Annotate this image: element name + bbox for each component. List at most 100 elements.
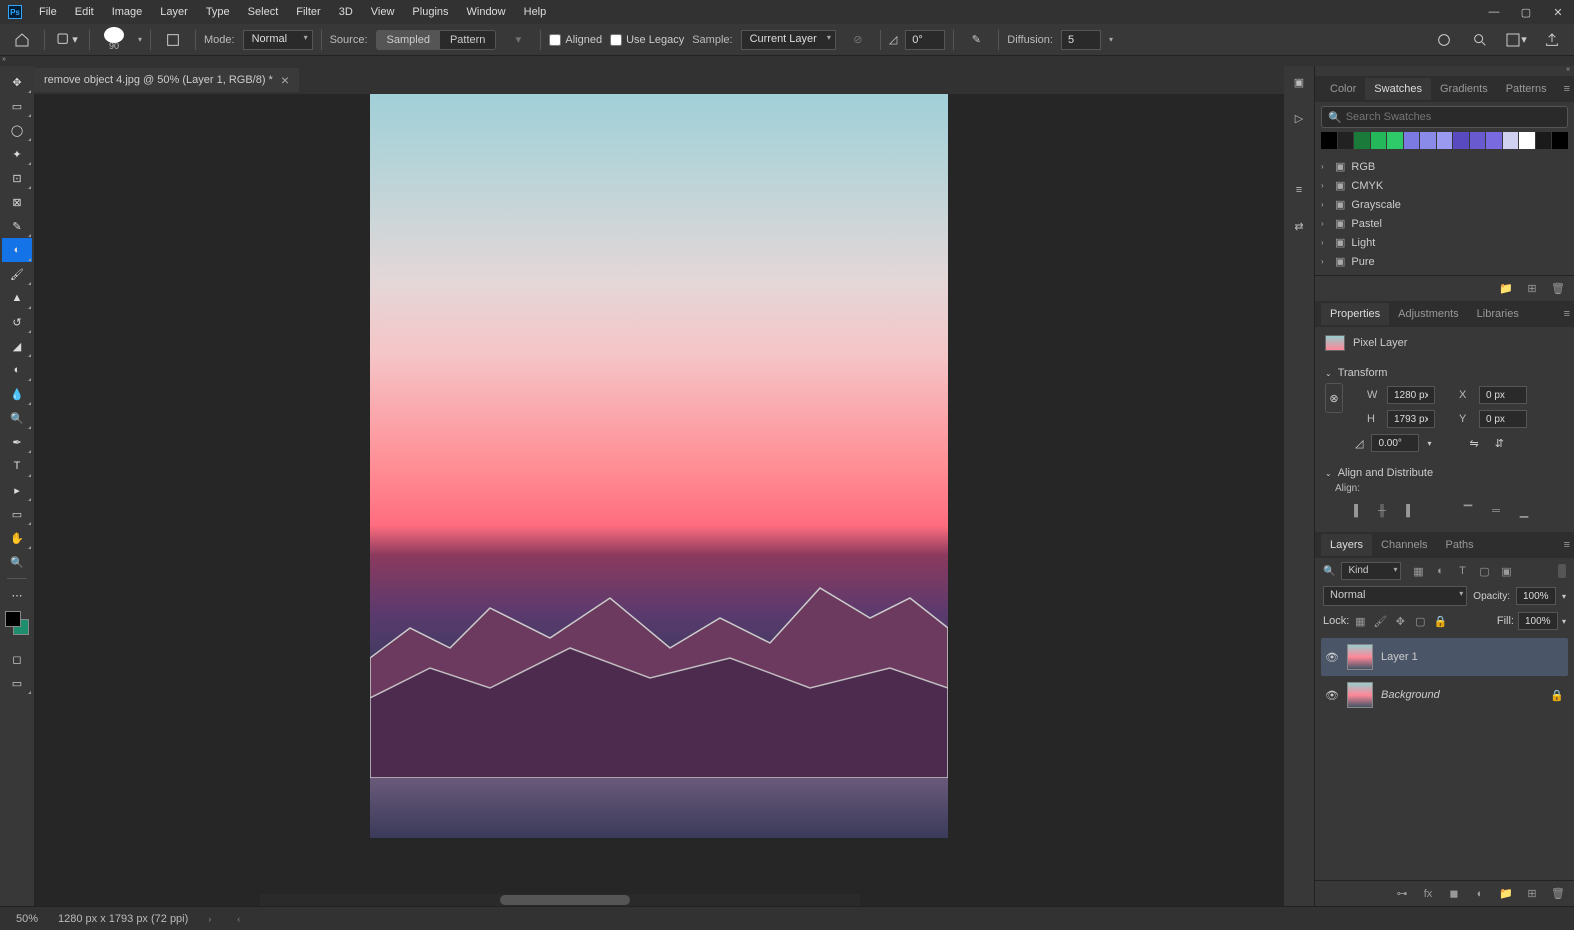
opacity-dropdown[interactable]: ▾: [1562, 592, 1566, 601]
eyedropper-tool[interactable]: ✎: [2, 214, 32, 238]
align-vcenter-button[interactable]: ═: [1487, 502, 1505, 520]
swatch[interactable]: [1338, 132, 1354, 149]
brush-settings-button[interactable]: [159, 28, 187, 52]
maximize-button[interactable]: ▢: [1510, 0, 1542, 24]
layer-item[interactable]: 👁Layer 1: [1321, 638, 1568, 676]
swatches-tab[interactable]: Swatches: [1365, 78, 1431, 100]
lock-transparency-button[interactable]: ▦: [1353, 614, 1367, 628]
swatch[interactable]: [1404, 132, 1420, 149]
menu-image[interactable]: Image: [103, 2, 152, 22]
patterns-tab[interactable]: Patterns: [1497, 78, 1556, 100]
swatch-folder[interactable]: ›▣RGB: [1321, 157, 1568, 176]
frame-tool[interactable]: ⊠: [2, 190, 32, 214]
filter-smartobj-icon[interactable]: ▣: [1499, 564, 1513, 578]
blur-tool[interactable]: 💧: [2, 382, 32, 406]
layer-thumbnail[interactable]: [1347, 682, 1373, 708]
path-select-tool[interactable]: ▸: [2, 478, 32, 502]
link-wh-button[interactable]: ⊗: [1325, 383, 1343, 413]
share-button[interactable]: [1538, 28, 1566, 52]
menu-file[interactable]: File: [30, 2, 66, 22]
marquee-tool[interactable]: ▭: [2, 94, 32, 118]
home-button[interactable]: [8, 28, 36, 52]
delete-swatch-button[interactable]: 🗑: [1550, 281, 1566, 297]
rotate-dropdown[interactable]: ▾: [1427, 439, 1431, 448]
sample-select[interactable]: Current Layer: [741, 30, 836, 50]
healing-brush-tool[interactable]: ◐: [2, 238, 32, 262]
menu-layer[interactable]: Layer: [151, 2, 197, 22]
zoom-status[interactable]: 50%: [16, 913, 38, 925]
menu-select[interactable]: Select: [239, 2, 288, 22]
layer-style-button[interactable]: fx: [1420, 886, 1436, 902]
magic-wand-tool[interactable]: ✦: [2, 142, 32, 166]
menu-help[interactable]: Help: [515, 2, 556, 22]
eraser-tool[interactable]: ◢: [2, 334, 32, 358]
properties-tab[interactable]: Properties: [1321, 303, 1389, 325]
align-section-header[interactable]: ⌄Align and Distribute: [1325, 463, 1564, 483]
clone-stamp-tool[interactable]: ▲: [2, 286, 32, 310]
filter-toggle[interactable]: [1558, 564, 1566, 578]
layer-visibility-icon[interactable]: 👁: [1325, 689, 1339, 702]
align-left-button[interactable]: ▐: [1345, 502, 1363, 520]
aligned-checkbox[interactable]: Aligned: [549, 34, 602, 46]
pressure-size-button[interactable]: ✎: [962, 28, 990, 52]
adjustments-tab[interactable]: Adjustments: [1389, 303, 1468, 325]
actions-panel-icon[interactable]: ▷: [1289, 108, 1309, 128]
align-hcenter-button[interactable]: ╫: [1373, 502, 1391, 520]
quick-mask-button[interactable]: ◻: [2, 647, 32, 671]
lasso-tool[interactable]: ◯: [2, 118, 32, 142]
timeline-toggle[interactable]: ‹: [237, 914, 240, 924]
rotate-input[interactable]: [1371, 434, 1419, 452]
layers-tab[interactable]: Layers: [1321, 534, 1372, 556]
x-input[interactable]: [1479, 386, 1527, 404]
swatch-folder[interactable]: ›▣Grayscale: [1321, 195, 1568, 214]
paths-tab[interactable]: Paths: [1437, 534, 1483, 556]
hand-tool[interactable]: ✋: [2, 526, 32, 550]
filter-adjustment-icon[interactable]: ◐: [1433, 564, 1447, 578]
width-input[interactable]: [1387, 386, 1435, 404]
filter-type-icon[interactable]: T: [1455, 564, 1469, 578]
brush-picker[interactable]: 90: [98, 27, 130, 53]
layer-group-button[interactable]: 📁: [1498, 886, 1514, 902]
align-top-button[interactable]: ▔: [1459, 502, 1477, 520]
swatch[interactable]: [1453, 132, 1469, 149]
gradient-tool[interactable]: ◐: [2, 358, 32, 382]
source-sampled[interactable]: Sampled: [377, 31, 440, 49]
layer-thumbnail[interactable]: [1347, 644, 1373, 670]
menu-type[interactable]: Type: [197, 2, 239, 22]
screen-mode-button[interactable]: ▭: [2, 671, 32, 695]
align-bottom-button[interactable]: ▁: [1515, 502, 1533, 520]
shape-tool[interactable]: ▭: [2, 502, 32, 526]
y-input[interactable]: [1479, 410, 1527, 428]
menu-window[interactable]: Window: [458, 2, 515, 22]
crop-tool[interactable]: ⊡: [2, 166, 32, 190]
fill-input[interactable]: [1518, 612, 1558, 630]
adjustment-layer-button[interactable]: ◐: [1472, 886, 1488, 902]
pen-tool[interactable]: ✒: [2, 430, 32, 454]
libraries-tab[interactable]: Libraries: [1468, 303, 1528, 325]
pattern-picker[interactable]: ▾: [504, 28, 532, 52]
flip-v-button[interactable]: ⇵: [1495, 437, 1504, 450]
ignore-adjustment-button[interactable]: ⊘: [844, 28, 872, 52]
filter-pixel-icon[interactable]: ▦: [1411, 564, 1425, 578]
minimize-button[interactable]: —: [1478, 0, 1510, 24]
channels-tab[interactable]: Channels: [1372, 534, 1436, 556]
status-menu[interactable]: ›: [208, 914, 211, 924]
swatch[interactable]: [1354, 132, 1370, 149]
swatch-folder-button[interactable]: 📁: [1498, 281, 1514, 297]
swatch-folder[interactable]: ›▣CMYK: [1321, 176, 1568, 195]
swatch[interactable]: [1420, 132, 1436, 149]
gradients-tab[interactable]: Gradients: [1431, 78, 1497, 100]
new-swatch-button[interactable]: ⊞: [1524, 281, 1540, 297]
brush-settings-panel-icon[interactable]: ⇄: [1289, 216, 1309, 236]
link-layers-button[interactable]: ⊶: [1394, 886, 1410, 902]
swatch[interactable]: [1371, 132, 1387, 149]
history-panel-icon[interactable]: ▣: [1289, 72, 1309, 92]
new-layer-button[interactable]: ⊞: [1524, 886, 1540, 902]
angle-input[interactable]: [905, 30, 945, 50]
filter-shape-icon[interactable]: ▢: [1477, 564, 1491, 578]
search-button[interactable]: [1466, 28, 1494, 52]
canvas-image[interactable]: [370, 94, 948, 838]
swatch[interactable]: [1552, 132, 1568, 149]
collapse-dock-icon[interactable]: «: [1566, 66, 1570, 76]
history-brush-tool[interactable]: ↺: [2, 310, 32, 334]
